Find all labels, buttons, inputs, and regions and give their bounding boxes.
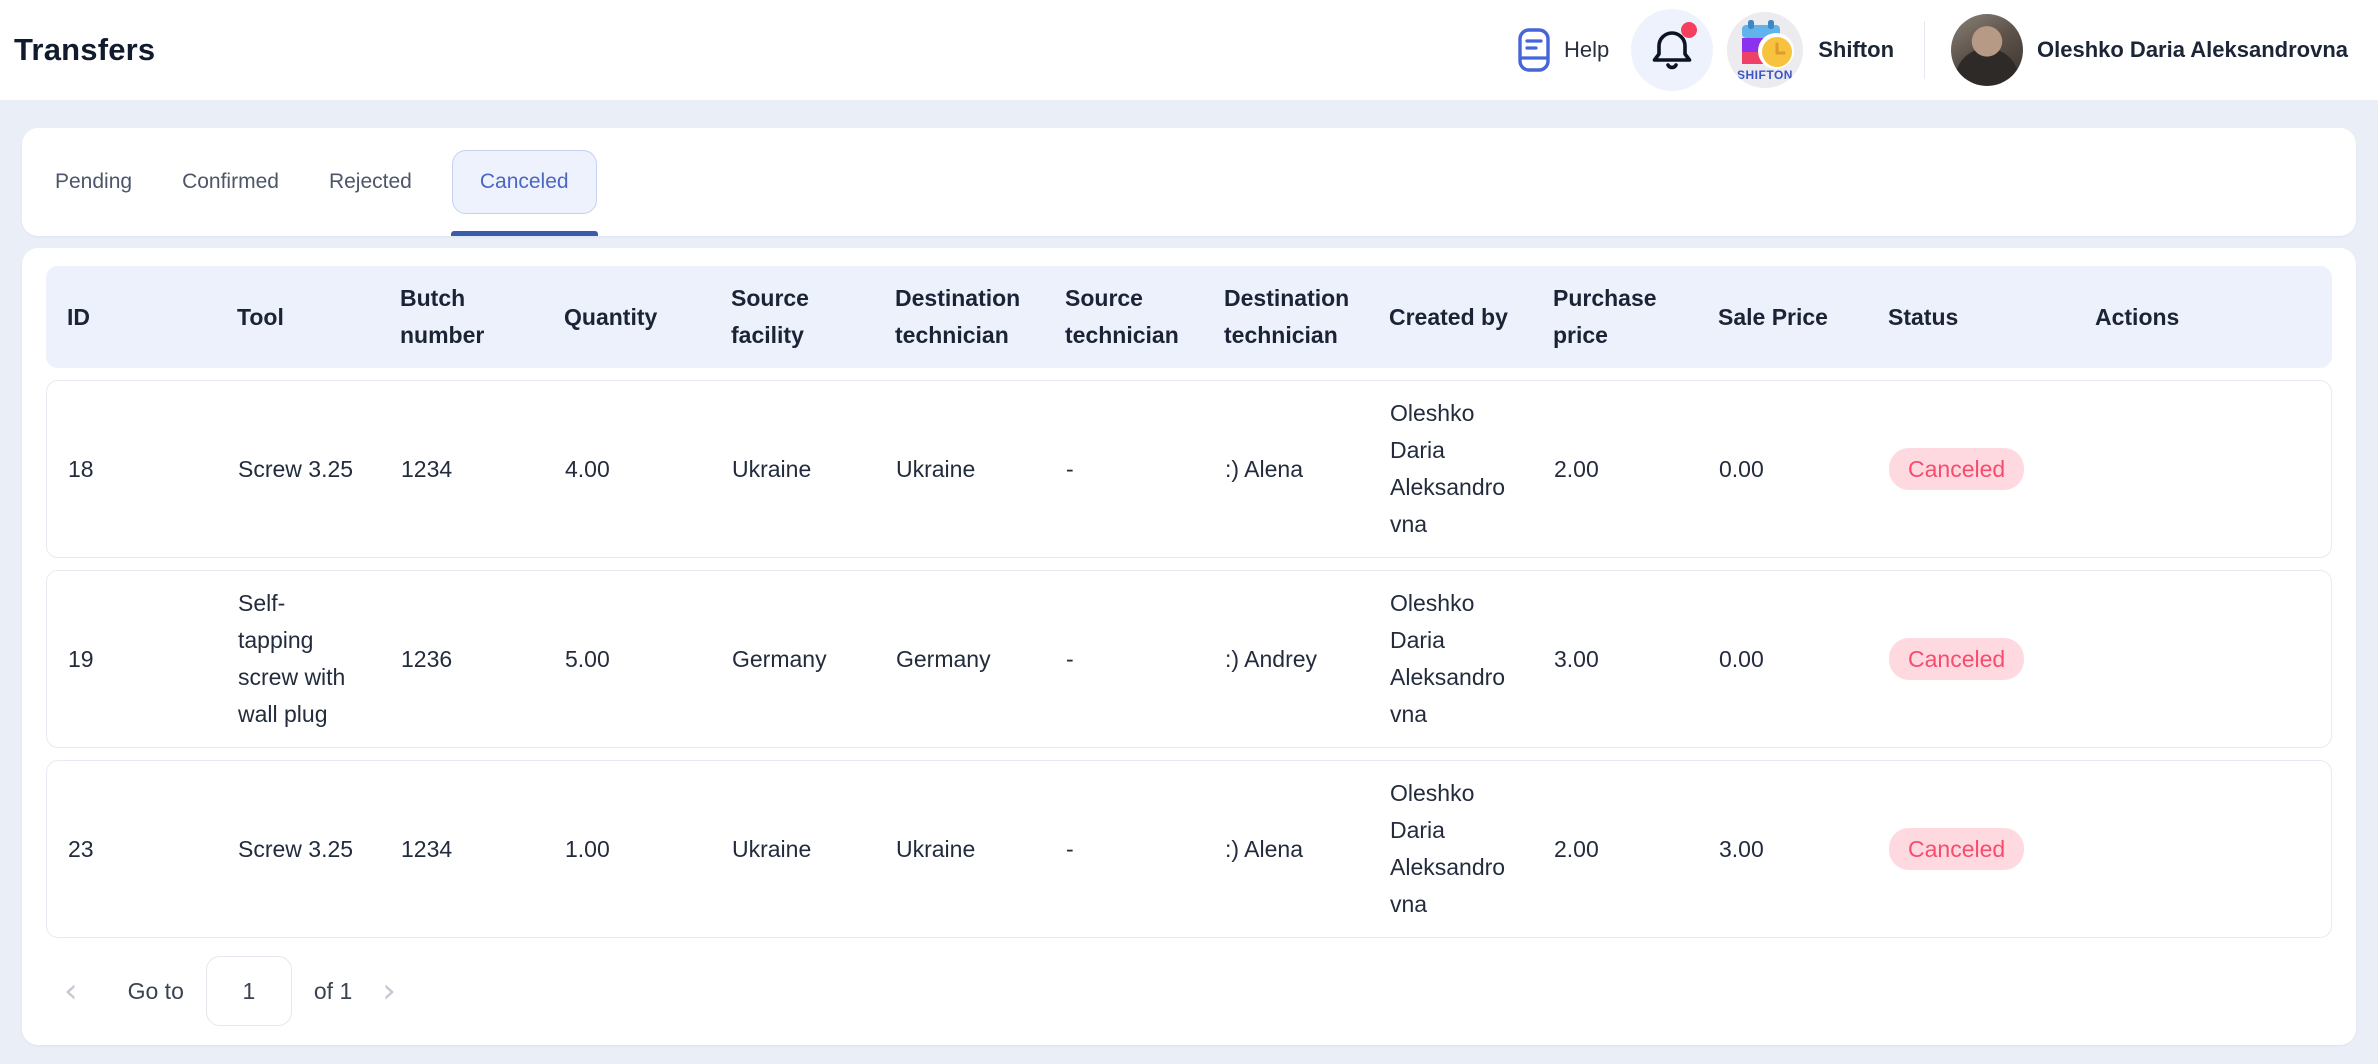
column-header-butch-number: Butch number [379,266,543,368]
table-header-row: ID Tool Butch number Quantity Source fac… [46,266,2332,368]
column-header-actions: Actions [2074,285,2332,350]
user-avatar [1951,14,2023,86]
cell-source-facility: Ukraine [711,817,875,882]
brand-name: Shifton [1818,37,1894,63]
cell-purchase-price: 2.00 [1533,817,1698,882]
cell-quantity: 5.00 [544,627,711,692]
cell-status: Canceled [1868,624,2075,694]
cell-source-technician: - [1045,817,1204,882]
chevron-left-icon[interactable]: ‹ [54,961,88,1021]
cell-destination-technician: :) Alena [1204,437,1369,502]
cell-tool: Screw 3.25 [217,437,380,502]
column-header-created-by: Created by [1368,285,1532,350]
table-row: 18 Screw 3.25 1234 4.00 Ukraine Ukraine … [46,380,2332,558]
cell-destination-facility: Ukraine [875,817,1045,882]
top-bar: Transfers Help [0,0,2378,100]
cell-created-by: Oleshko Daria Aleksandrovna [1369,761,1533,937]
svg-text:SHIFTON: SHIFTON [1737,68,1793,82]
tab-canceled[interactable]: Canceled [452,150,597,214]
transfers-table: ID Tool Butch number Quantity Source fac… [22,248,2356,1045]
help-book-icon [1517,27,1551,73]
cell-tool: Screw 3.25 [217,817,380,882]
column-header-sale-price: Sale Price [1697,285,1867,350]
cell-sale-price: 0.00 [1698,437,1868,502]
status-badge: Canceled [1889,448,2024,490]
cell-source-facility: Germany [711,627,875,692]
column-header-purchase-price: Purchase price [1532,266,1697,368]
cell-status: Canceled [1868,814,2075,884]
status-badge: Canceled [1889,828,2024,870]
cell-actions [2075,835,2331,863]
cell-source-technician: - [1045,437,1204,502]
cell-quantity: 1.00 [544,817,711,882]
column-header-source-technician: Source technician [1044,266,1203,368]
cell-destination-facility: Germany [875,627,1045,692]
go-to-label: Go to [128,978,184,1005]
page-title: Transfers [14,32,155,68]
cell-source-technician: - [1045,627,1204,692]
cell-sale-price: 3.00 [1698,817,1868,882]
notification-dot [1681,22,1697,38]
header-divider [1924,21,1925,79]
cell-actions [2075,645,2331,673]
main-content: Pending Confirmed Rejected Canceled ID T… [0,100,2378,1045]
cell-tool: Self-tapping screw with wall plug [217,571,380,747]
shifton-logo-icon: SHIFTON [1727,12,1803,88]
cell-source-facility: Ukraine [711,437,875,502]
notifications-button[interactable] [1631,9,1713,91]
user-name: Oleshko Daria Aleksandrovna [2037,37,2348,63]
cell-purchase-price: 2.00 [1533,437,1698,502]
cell-id: 19 [47,627,217,692]
tab-rejected[interactable]: Rejected [319,152,422,212]
cell-actions [2075,455,2331,483]
cell-butch-number: 1234 [380,437,544,502]
tab-pending[interactable]: Pending [45,152,142,212]
help-button[interactable]: Help [1517,27,1609,73]
status-tabs: Pending Confirmed Rejected Canceled [22,128,2356,236]
chevron-right-icon[interactable]: › [372,961,406,1021]
cell-destination-facility: Ukraine [875,437,1045,502]
tab-confirmed[interactable]: Confirmed [172,152,289,212]
brand[interactable]: SHIFTON Shifton [1727,12,1894,88]
top-bar-right: Help [1517,9,2348,91]
cell-butch-number: 1234 [380,817,544,882]
column-header-tool: Tool [216,285,379,350]
cell-destination-technician: :) Andrey [1204,627,1369,692]
table-row: 23 Screw 3.25 1234 1.00 Ukraine Ukraine … [46,760,2332,938]
page-number-input[interactable] [206,956,292,1026]
help-label: Help [1564,37,1609,63]
table-row: 19 Self-tapping screw with wall plug 123… [46,570,2332,748]
column-header-destination-technician-2: Destination technician [1203,266,1368,368]
cell-created-by: Oleshko Daria Aleksandrovna [1369,571,1533,747]
cell-purchase-price: 3.00 [1533,627,1698,692]
cell-created-by: Oleshko Daria Aleksandrovna [1369,381,1533,557]
cell-destination-technician: :) Alena [1204,817,1369,882]
column-header-quantity: Quantity [543,285,710,350]
pagination: ‹ Go to of 1 › [46,938,2332,1026]
cell-status: Canceled [1868,434,2075,504]
cell-quantity: 4.00 [544,437,711,502]
cell-sale-price: 0.00 [1698,627,1868,692]
column-header-status: Status [1867,285,2074,350]
page-count-label: of 1 [314,978,352,1005]
cell-butch-number: 1236 [380,627,544,692]
cell-id: 23 [47,817,217,882]
column-header-source-facility: Source facility [710,266,874,368]
column-header-destination-technician-1: Destination technician [874,266,1044,368]
column-header-id: ID [46,285,216,350]
cell-id: 18 [47,437,217,502]
status-badge: Canceled [1889,638,2024,680]
user-menu[interactable]: Oleshko Daria Aleksandrovna [1951,14,2348,86]
